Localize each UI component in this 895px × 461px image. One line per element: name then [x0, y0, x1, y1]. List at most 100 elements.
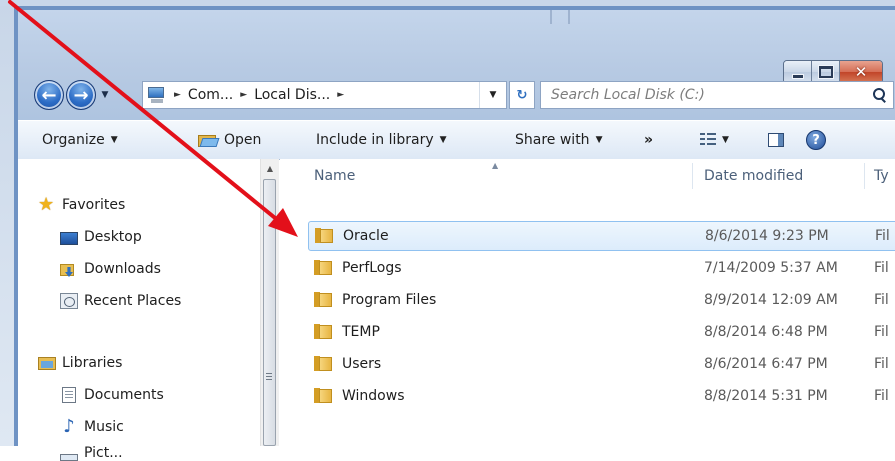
nav-item-label: Desktop	[84, 229, 142, 245]
file-type: Fil	[874, 260, 889, 276]
chevron-down-icon: ▼	[110, 135, 118, 145]
nav-libraries[interactable]: Libraries	[38, 355, 122, 371]
pictures-icon	[60, 454, 78, 461]
nav-favorites[interactable]: ★ Favorites	[38, 194, 126, 215]
help-icon: ?	[806, 130, 826, 150]
file-name: PerfLogs	[342, 260, 402, 276]
folder-icon	[315, 228, 335, 244]
nav-item-music[interactable]: ♪ Music	[60, 416, 124, 437]
forward-button[interactable]: →	[66, 80, 96, 110]
file-name: Program Files	[342, 292, 437, 308]
refresh-button[interactable]: ↻	[509, 81, 535, 109]
breadcrumb-local-disk[interactable]: Local Dis...	[254, 87, 330, 103]
sort-ascending-icon: ▲	[492, 161, 499, 170]
help-button[interactable]: ?	[804, 125, 828, 155]
column-divider[interactable]	[692, 163, 693, 189]
file-name: Oracle	[343, 228, 389, 244]
file-type: Fil	[875, 228, 890, 244]
breadcrumb-computer[interactable]: Com...	[188, 87, 233, 103]
navigation-pane: ★ Favorites Desktop Downloads Recent Pla…	[18, 159, 261, 461]
title-divider	[550, 10, 552, 24]
include-in-library-label: Include in library	[316, 132, 434, 148]
column-header-type[interactable]: Ty	[874, 159, 889, 193]
nav-item-pictures[interactable]: Pict...	[60, 445, 123, 461]
nav-item-label: Music	[84, 419, 124, 435]
folder-icon	[314, 324, 334, 340]
file-row-oracle[interactable]: Oracle 8/6/2014 9:23 PM Fil	[308, 221, 895, 251]
nav-libraries-label: Libraries	[62, 355, 123, 371]
preview-pane-icon	[768, 133, 784, 147]
file-type: Fil	[874, 292, 889, 308]
share-with-label: Share with	[515, 132, 590, 148]
organize-menu-button[interactable]: Organize ▼	[40, 125, 120, 155]
file-date: 8/8/2014 6:48 PM	[704, 324, 828, 340]
column-header-row: Name ▲ Date modified Ty	[280, 159, 895, 193]
title-divider	[568, 10, 570, 24]
file-type: Fil	[874, 356, 889, 372]
include-in-library-button[interactable]: Include in library ▼	[314, 125, 449, 155]
background-window-edge	[0, 0, 14, 446]
nav-favorites-label: Favorites	[62, 197, 126, 213]
preview-pane-button[interactable]	[766, 125, 786, 155]
scrollbar-thumb[interactable]	[263, 179, 276, 446]
nav-item-label: Documents	[84, 387, 164, 403]
address-history-dropdown[interactable]: ▼	[479, 82, 506, 108]
star-icon: ★	[38, 194, 55, 215]
file-date: 7/14/2009 5:37 AM	[704, 260, 838, 276]
downloads-icon	[60, 261, 78, 277]
column-header-name[interactable]: Name	[314, 159, 355, 193]
title-bar[interactable]: ✕ ← → ▼ ► Com... ► Local Dis... ► ▼ ↻ Se…	[18, 10, 895, 120]
share-with-button[interactable]: Share with ▼	[513, 125, 604, 155]
breadcrumb-separator-icon[interactable]: ►	[240, 90, 247, 100]
chevron-down-icon: ▼	[595, 135, 603, 145]
folder-icon	[314, 388, 334, 404]
file-row-perflogs[interactable]: PerfLogs 7/14/2009 5:37 AM Fil	[308, 253, 895, 283]
nav-item-downloads[interactable]: Downloads	[60, 261, 161, 277]
breadcrumb-separator-icon[interactable]: ►	[174, 90, 181, 100]
file-name: TEMP	[342, 324, 380, 340]
column-divider[interactable]	[864, 163, 865, 189]
file-row-users[interactable]: Users 8/6/2014 6:47 PM Fil	[308, 349, 895, 379]
scrollbar-grip	[266, 373, 272, 380]
recent-places-icon	[60, 293, 78, 309]
file-date: 8/9/2014 12:09 AM	[704, 292, 838, 308]
file-date: 8/6/2014 9:23 PM	[705, 228, 829, 244]
file-row-windows[interactable]: Windows 8/8/2014 5:31 PM Fil	[308, 381, 895, 411]
nav-item-documents[interactable]: Documents	[60, 387, 164, 403]
libraries-icon	[38, 355, 56, 371]
nav-item-label: Recent Places	[84, 293, 182, 309]
file-name: Windows	[342, 388, 405, 404]
address-bar[interactable]: ► Com... ► Local Dis... ► ▼	[142, 81, 507, 109]
open-button[interactable]: Open	[196, 125, 263, 155]
file-date: 8/8/2014 5:31 PM	[704, 388, 828, 404]
explorer-window: ✕ ← → ▼ ► Com... ► Local Dis... ► ▼ ↻ Se…	[14, 6, 895, 461]
search-placeholder: Search Local Disk (C:)	[551, 87, 705, 103]
search-input[interactable]: Search Local Disk (C:)	[540, 81, 894, 109]
nav-item-recent-places[interactable]: Recent Places	[60, 293, 181, 309]
back-button[interactable]: ←	[34, 80, 64, 110]
breadcrumb-separator-icon[interactable]: ►	[337, 90, 344, 100]
arrow-left-icon: ←	[41, 84, 57, 106]
details-view-icon	[700, 133, 716, 147]
chevron-down-icon: ▼	[489, 90, 497, 100]
nav-item-desktop[interactable]: Desktop	[60, 229, 142, 245]
open-label: Open	[224, 132, 262, 148]
chevron-down-icon: ▼	[439, 135, 447, 145]
recent-pages-dropdown[interactable]: ▼	[100, 90, 110, 100]
file-list-pane: Name ▲ Date modified Ty Oracle 8/6/2014 …	[280, 159, 895, 446]
navigation-row: ← → ▼ ► Com... ► Local Dis... ► ▼ ↻ Sear…	[18, 72, 895, 112]
file-row-temp[interactable]: TEMP 8/8/2014 6:48 PM Fil	[308, 317, 895, 347]
music-note-icon: ♪	[63, 416, 75, 437]
navigation-scrollbar[interactable]: ▲	[260, 159, 279, 446]
column-header-date-modified[interactable]: Date modified	[704, 159, 803, 193]
desktop-icon	[60, 231, 78, 245]
search-icon[interactable]	[873, 88, 887, 103]
file-row-program-files[interactable]: Program Files 8/9/2014 12:09 AM Fil	[308, 285, 895, 315]
more-commands-button[interactable]: »	[642, 125, 655, 155]
refresh-icon: ↻	[516, 87, 528, 103]
scroll-up-icon[interactable]: ▲	[261, 159, 279, 177]
folder-icon	[314, 292, 334, 308]
change-view-button[interactable]: ▼	[698, 125, 731, 155]
file-name: Users	[342, 356, 382, 372]
chevron-down-icon: ▼	[722, 135, 729, 145]
